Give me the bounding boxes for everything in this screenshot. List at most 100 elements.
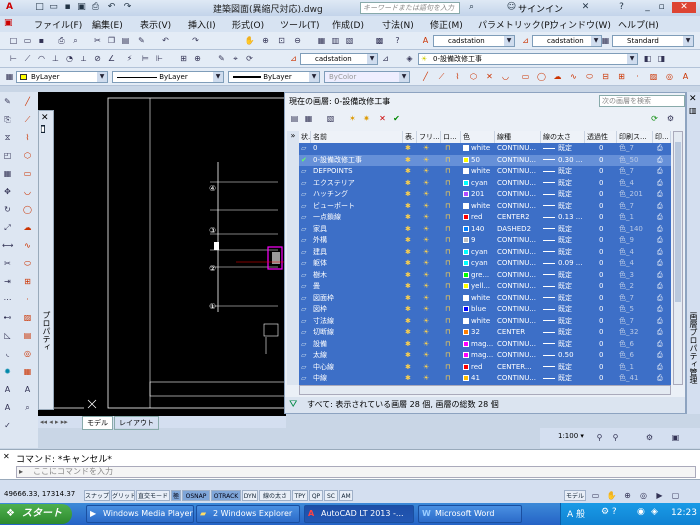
bulb-icon[interactable]: ✱ [405, 166, 417, 177]
layer-transparency[interactable]: 0 [599, 178, 617, 189]
sun-icon[interactable]: ☀ [423, 350, 437, 361]
extend-icon[interactable]: ⇥ [2, 276, 13, 287]
layer-color[interactable]: blue [463, 304, 495, 315]
layer-plotstyle[interactable]: 色_2 [619, 281, 653, 292]
status-polar[interactable]: 極 [171, 490, 181, 501]
layer-transparency[interactable]: 0 [599, 258, 617, 269]
scale-icon[interactable]: ⤢ [2, 222, 13, 233]
scale-label[interactable]: 1:100 ▾ [558, 432, 584, 440]
layer-linetype[interactable]: CENTER... [497, 362, 541, 373]
lineweight-combo[interactable]: ByLayer ▼ [228, 71, 320, 83]
layer-transparency[interactable]: 0 [599, 270, 617, 281]
layer-transparency[interactable]: 0 [599, 373, 617, 384]
command-input[interactable]: ▸ ここにコマンドを入力 [16, 466, 696, 478]
layer-name[interactable]: 外構 [313, 235, 403, 246]
draw-gradient-icon[interactable]: ▤ [22, 330, 33, 341]
layer-color[interactable]: cyan [463, 247, 495, 258]
layer-name[interactable]: 0 [313, 143, 403, 154]
modify-copy-icon[interactable]: ⎘ [2, 114, 13, 125]
search-icon[interactable]: ⌕ [466, 2, 477, 13]
layer-row[interactable]: ▱ 図面枠 ✱ ☀ ⊓ white CONTINU... 既定 0 色_7 ⎙ [299, 293, 671, 304]
help-tool-icon[interactable]: ? [392, 35, 403, 46]
tolerance-icon[interactable]: ⊞ [178, 53, 189, 64]
layer-lineweight[interactable]: 既定 [543, 304, 585, 315]
redo-tool-icon[interactable]: ↷ [190, 35, 201, 46]
menu-parametric[interactable]: パラメトリック(P) [478, 18, 553, 31]
printer-icon[interactable]: ⎙ [657, 281, 669, 292]
circle-tool-icon[interactable]: ◯ [536, 71, 547, 82]
layer-plotstyle[interactable]: 色_140 [619, 224, 653, 235]
unlock-icon[interactable]: ⊓ [445, 189, 457, 200]
pan-status-icon[interactable]: ✋ [606, 490, 617, 501]
command-close-icon[interactable]: ✕ [3, 452, 10, 461]
layer-current-icon[interactable]: ◧ [642, 53, 653, 64]
layer-transparency[interactable]: 0 [599, 362, 617, 373]
col-lock[interactable]: ロ... [441, 131, 461, 143]
draw-point-icon[interactable]: · [22, 294, 33, 305]
layer-plotstyle[interactable]: 色_5 [619, 304, 653, 315]
user-icon[interactable]: ☺ [506, 2, 517, 13]
new-group-filter-icon[interactable]: ▦ [303, 113, 314, 124]
printer-icon[interactable]: ⎙ [657, 350, 669, 361]
layer-linetype[interactable]: CONTINU... [497, 143, 541, 154]
layer-name[interactable]: 図面枠 [313, 293, 403, 304]
printer-icon[interactable]: ⎙ [657, 304, 669, 315]
save-icon[interactable]: ▪ [62, 2, 73, 13]
zoom-status-icon[interactable]: ⊕ [622, 490, 633, 501]
text-style-icon[interactable]: A [420, 35, 431, 46]
col-plotstyle[interactable]: 印刷ス... [617, 131, 653, 143]
layer-name[interactable]: 樹木 [313, 270, 403, 281]
break-icon[interactable]: ⋯ [2, 294, 13, 305]
copy-icon[interactable]: ❐ [106, 35, 117, 46]
layer-transparency[interactable]: 0 [599, 155, 617, 166]
status-otrack[interactable]: OTRACK [211, 490, 241, 501]
layer-linetype[interactable]: CONTINU... [497, 281, 541, 292]
layer-name[interactable]: 寸法線 [313, 316, 403, 327]
draw-ellipse-icon[interactable]: ⬭ [22, 258, 33, 269]
sun-icon[interactable]: ☀ [423, 201, 437, 212]
draw-circle-icon[interactable]: ◯ [22, 204, 33, 215]
layer-name[interactable]: 一点鎖線 [313, 212, 403, 223]
dim-style-2-icon[interactable]: ⊿ [288, 53, 299, 64]
maximize-icon[interactable]: ▫ [656, 2, 667, 13]
layer-lineweight[interactable]: 既定 [543, 189, 585, 200]
text-left-icon[interactable]: A [2, 402, 13, 413]
jogged-icon[interactable]: ⟂ [78, 53, 89, 64]
layer-color[interactable]: red [463, 212, 495, 223]
layer-plotstyle[interactable]: 色_9 [619, 235, 653, 246]
unlock-icon[interactable]: ⊓ [445, 270, 457, 281]
printer-icon[interactable]: ⎙ [657, 143, 669, 154]
x-icon[interactable]: ✕ [484, 71, 495, 82]
ellipse-icon[interactable]: ⬭ [584, 71, 595, 82]
draw-polyline-icon[interactable]: ⌇ [22, 132, 33, 143]
task-explorer[interactable]: ▰ 2 Windows Explorer [196, 505, 300, 523]
printer-icon[interactable]: ⎙ [657, 178, 669, 189]
layer-transparency[interactable]: 0 [599, 304, 617, 315]
draw-xline-icon[interactable]: ⟋ [22, 114, 33, 125]
layer-lineweight[interactable]: 0.30 ... [543, 155, 585, 166]
new-vp-frozen-layer-icon[interactable]: ✷ [361, 113, 372, 124]
bulb-icon[interactable]: ✱ [405, 235, 417, 246]
layer-row[interactable]: ▱ 畳 ✱ ☀ ⊓ yell... CONTINU... 既定 0 色_2 ⎙ [299, 281, 671, 292]
array-icon[interactable]: ▦ [2, 168, 13, 179]
menu-edit[interactable]: 編集(E) [92, 18, 123, 31]
status-qp[interactable]: QP [309, 490, 323, 501]
col-on[interactable]: 表. [403, 131, 417, 143]
point-icon[interactable]: · [632, 71, 643, 82]
layer-transparency[interactable]: 0 [599, 293, 617, 304]
showmotion-icon[interactable]: ▶ [654, 490, 665, 501]
layer-color[interactable]: yell... [463, 281, 495, 292]
sun-icon[interactable]: ☀ [423, 270, 437, 281]
baseline-icon[interactable]: ⊨ [140, 53, 151, 64]
layer-color[interactable]: 41 [463, 373, 495, 384]
layer-row[interactable]: ▱ 中心線 ✱ ☀ ⊓ red CENTER... 既定 0 色_1 ⎙ [299, 362, 671, 373]
angular-icon[interactable]: ∠ [106, 53, 117, 64]
layer-name[interactable]: 太線 [313, 350, 403, 361]
layer-row[interactable]: ▱ 切断線 ✱ ☀ ⊓ 32 CENTER 既定 0 色_32 ⎙ [299, 327, 671, 338]
col-freeze[interactable]: フリ... [417, 131, 441, 143]
draw-spline-icon[interactable]: ∿ [22, 240, 33, 251]
unlock-icon[interactable]: ⊓ [445, 293, 457, 304]
annotation-scale-combo-3[interactable]: cadstation ▼ [300, 53, 378, 65]
layer-linetype[interactable]: CONTINU... [497, 201, 541, 212]
layer-row[interactable]: ▱ エクステリア ✱ ☀ ⊓ cyan CONTINU... 既定 0 色_4 ⎙ [299, 178, 671, 189]
